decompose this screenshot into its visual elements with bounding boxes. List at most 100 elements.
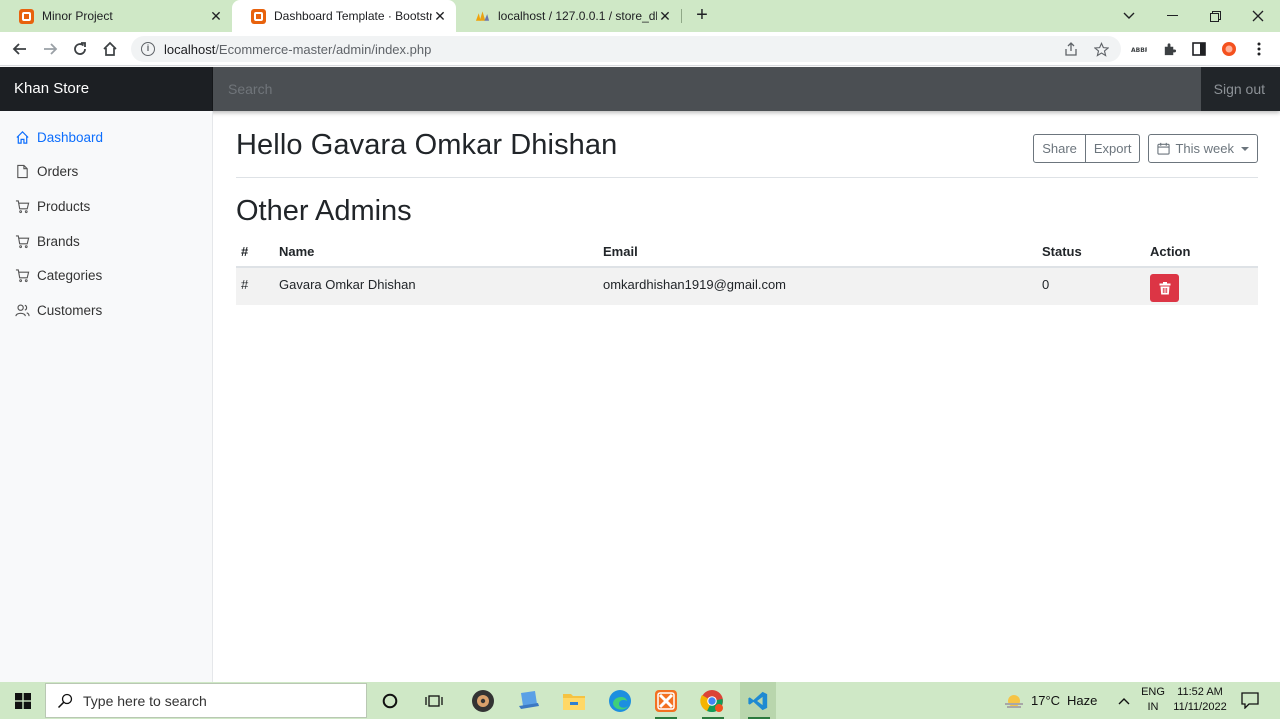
laptop-app-icon[interactable] bbox=[511, 682, 547, 719]
new-tab-button[interactable]: + bbox=[690, 4, 714, 28]
column-header-action: Action bbox=[1145, 237, 1258, 268]
period-label: This week bbox=[1175, 141, 1234, 156]
back-icon[interactable] bbox=[8, 37, 32, 61]
edge-browser-icon[interactable] bbox=[602, 682, 638, 719]
column-header-number: # bbox=[236, 237, 274, 268]
weather-temperature: 17°C bbox=[1031, 693, 1061, 708]
phpmyadmin-favicon-icon bbox=[475, 9, 490, 24]
period-dropdown-button[interactable]: This week bbox=[1148, 134, 1258, 163]
side-panel-icon[interactable] bbox=[1187, 37, 1211, 61]
divider bbox=[236, 177, 1258, 178]
admin-name: Gavara Omkar Dhishan bbox=[274, 267, 598, 305]
sidebar-item-dashboard[interactable]: Dashboard bbox=[15, 126, 103, 148]
page-toolbar: Share Export This week bbox=[1033, 134, 1258, 163]
browser-tab-strip: Minor Project ✕ Dashboard Template · Boo… bbox=[0, 0, 1280, 32]
close-tab-icon[interactable]: ✕ bbox=[208, 8, 224, 25]
chrome-menu-icon[interactable] bbox=[1247, 37, 1271, 61]
input-language-indicator[interactable]: ENG IN bbox=[1140, 685, 1166, 715]
show-hidden-icons-chevron-icon[interactable] bbox=[1112, 682, 1136, 719]
media-player-app-icon[interactable] bbox=[465, 682, 501, 719]
extensions-puzzle-icon[interactable] bbox=[1157, 37, 1181, 61]
sidebar-item-label: Orders bbox=[37, 163, 79, 179]
address-bar[interactable]: i localhost/Ecommerce-master/admin/index… bbox=[131, 36, 1121, 62]
share-export-group: Share Export bbox=[1033, 134, 1141, 163]
extension-abbr-icon[interactable]: ABBR bbox=[1127, 37, 1151, 61]
vscode-app-icon[interactable] bbox=[740, 682, 776, 719]
close-window-icon[interactable] bbox=[1236, 0, 1280, 32]
windows-taskbar: Type here to search 17°C Haze ENG IN 11:… bbox=[0, 682, 1280, 719]
calendar-icon bbox=[1157, 142, 1171, 155]
share-page-icon[interactable] bbox=[1063, 41, 1079, 57]
tab-search-chevron-icon[interactable] bbox=[1107, 0, 1151, 32]
sidebar-item-brands[interactable]: Brands bbox=[15, 230, 80, 252]
sidebar-item-categories[interactable]: Categories bbox=[15, 264, 102, 286]
table-header-row: # Name Email Status Action bbox=[236, 237, 1258, 268]
chrome-app-icon[interactable] bbox=[694, 682, 730, 719]
tab-title: localhost / 127.0.0.1 / store_db / bbox=[498, 9, 657, 23]
reload-icon[interactable] bbox=[68, 37, 92, 61]
search-input[interactable] bbox=[213, 67, 1201, 111]
cart-icon bbox=[15, 268, 30, 282]
cart-icon bbox=[15, 234, 30, 248]
browser-tab-dashboard[interactable]: Dashboard Template · Bootstrap ✕ bbox=[232, 0, 456, 32]
weather-haze-icon[interactable] bbox=[1000, 682, 1028, 719]
svg-text:ABBR: ABBR bbox=[1131, 47, 1147, 53]
browser-tab-minor-project[interactable]: Minor Project ✕ bbox=[0, 0, 232, 32]
file-icon bbox=[17, 164, 28, 178]
xampp-favicon-icon bbox=[19, 8, 34, 24]
clock-date: 11/11/2022 bbox=[1173, 701, 1227, 713]
home-icon bbox=[16, 130, 29, 144]
sidebar-item-label: Categories bbox=[37, 267, 103, 283]
sidebar-item-products[interactable]: Products bbox=[15, 195, 90, 217]
share-button[interactable]: Share bbox=[1033, 134, 1086, 163]
bookmark-star-icon[interactable] bbox=[1093, 41, 1109, 57]
delete-admin-button[interactable] bbox=[1150, 274, 1179, 302]
xampp-favicon-icon bbox=[251, 8, 266, 24]
trash-icon bbox=[1159, 281, 1170, 294]
notification-center-icon[interactable] bbox=[1236, 682, 1264, 719]
row-number: # bbox=[236, 267, 274, 305]
windows-start-icon[interactable] bbox=[0, 682, 45, 719]
restore-icon[interactable] bbox=[1193, 0, 1237, 32]
sidebar-item-label: Brands bbox=[37, 233, 80, 249]
column-header-status: Status bbox=[1037, 237, 1145, 268]
taskbar-clock[interactable]: 11:52 AM 11/11/2022 bbox=[1168, 685, 1232, 715]
close-tab-icon[interactable]: ✕ bbox=[432, 8, 448, 25]
column-header-email: Email bbox=[598, 237, 1037, 268]
sidebar-item-orders[interactable]: Orders bbox=[15, 160, 78, 182]
home-icon[interactable] bbox=[98, 37, 122, 61]
browser-tab-phpmyadmin[interactable]: localhost / 127.0.0.1 / store_db / ✕ bbox=[456, 0, 681, 32]
profile-avatar-icon[interactable] bbox=[1217, 37, 1241, 61]
taskbar-search-box[interactable]: Type here to search bbox=[45, 683, 367, 718]
users-icon bbox=[15, 304, 30, 316]
close-tab-icon[interactable]: ✕ bbox=[657, 8, 673, 25]
minimize-icon[interactable] bbox=[1150, 0, 1194, 32]
chevron-down-icon bbox=[1241, 146, 1249, 151]
file-explorer-icon[interactable] bbox=[556, 682, 592, 719]
sidebar-item-customers[interactable]: Customers bbox=[15, 299, 102, 321]
cortana-icon[interactable] bbox=[373, 682, 407, 719]
tab-title: Minor Project bbox=[42, 9, 113, 23]
export-button[interactable]: Export bbox=[1085, 134, 1141, 163]
sidebar-item-label: Products bbox=[37, 198, 91, 214]
sidebar-item-label: Dashboard bbox=[37, 129, 104, 145]
app-navbar: Khan Store Sign out bbox=[0, 67, 1280, 111]
search-icon bbox=[57, 693, 73, 708]
brand-logo-text[interactable]: Khan Store bbox=[0, 67, 213, 111]
url-path: /Ecommerce-master/admin/index.php bbox=[215, 41, 432, 57]
admin-email: omkardhishan1919@gmail.com bbox=[598, 267, 1037, 305]
sign-out-link[interactable]: Sign out bbox=[1214, 67, 1265, 111]
weather-description: Haze bbox=[1067, 693, 1098, 708]
column-header-name: Name bbox=[274, 237, 598, 268]
admin-status: 0 bbox=[1037, 267, 1145, 305]
sidebar: Dashboard Orders Products Brands Categor… bbox=[0, 111, 213, 682]
action-cell bbox=[1145, 267, 1258, 305]
admins-table: # Name Email Status Action # Gavara Omka… bbox=[236, 237, 1258, 305]
site-info-icon[interactable]: i bbox=[141, 42, 155, 56]
page-title: Hello Gavara Omkar Dhishan bbox=[236, 129, 618, 161]
cart-icon bbox=[15, 199, 30, 213]
xampp-app-icon[interactable] bbox=[648, 682, 684, 719]
forward-icon[interactable] bbox=[38, 37, 62, 61]
task-view-icon[interactable] bbox=[417, 682, 451, 719]
url-text: localhost/Ecommerce-master/admin/index.p… bbox=[164, 42, 431, 57]
